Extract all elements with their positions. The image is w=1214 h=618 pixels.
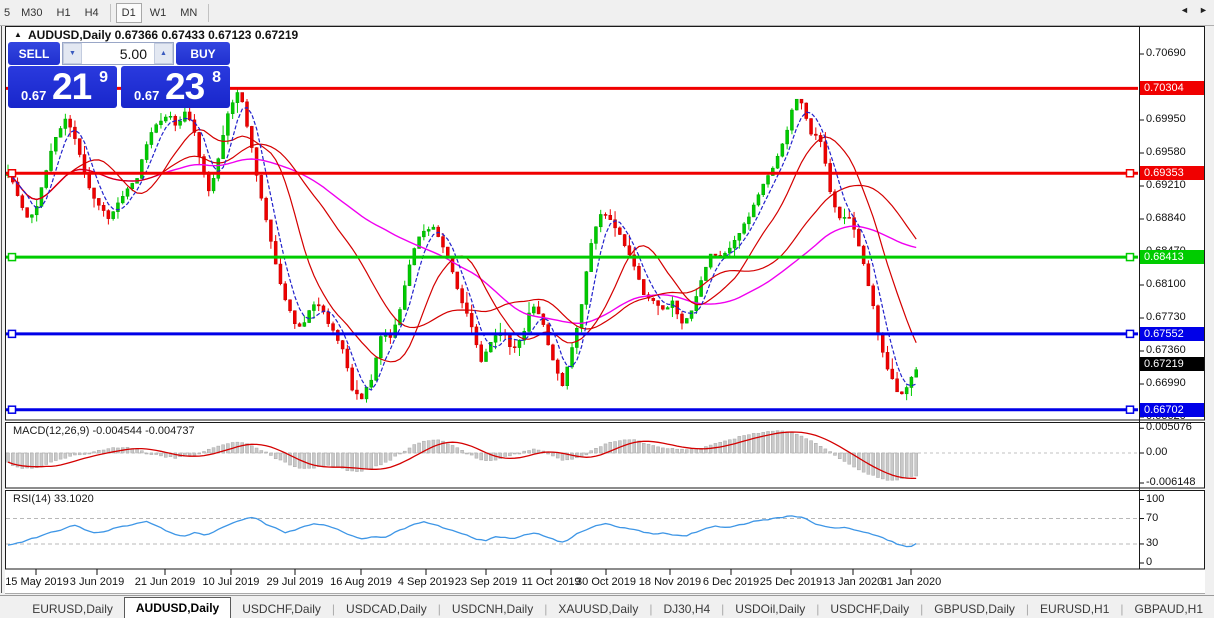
chart-tab-usdcnh-daily[interactable]: USDCNH,Daily xyxy=(441,600,544,618)
chart-tab-dj30-h4[interactable]: DJ30,H4 xyxy=(652,600,721,618)
date-tick-label: 16 Aug 2019 xyxy=(330,576,392,588)
volume-up-button[interactable]: ▲ xyxy=(154,43,173,64)
buy-price-button[interactable]: 0.67 23 8 xyxy=(121,66,230,108)
macd-tick-label: 0.005076 xyxy=(1146,421,1192,434)
sell-price-prefix: 0.67 xyxy=(21,88,47,103)
timeframe-button-d1[interactable]: D1 xyxy=(115,2,142,23)
macd-tick-label: -0.006148 xyxy=(1146,475,1196,488)
timeframe-button-5[interactable]: 5 xyxy=(1,3,13,23)
timeframe-button-h1[interactable]: H1 xyxy=(51,3,77,23)
buy-price-big: 23 xyxy=(165,66,205,107)
buy-button[interactable]: BUY xyxy=(176,42,230,65)
timeframe-button-mn[interactable]: MN xyxy=(174,3,203,23)
macd-indicator-label: MACD(12,26,9) -0.004544 -0.004737 xyxy=(13,425,195,437)
buy-price-prefix: 0.67 xyxy=(134,88,160,103)
date-tick-label: 31 Jan 2020 xyxy=(880,576,942,588)
collapse-icon[interactable]: ▲ xyxy=(14,30,22,39)
sell-price-button[interactable]: 0.67 21 9 xyxy=(8,66,117,108)
trading-app-window: 5 M30 H1 H4 D1 W1 MN ▲ AUDUSD,Daily 0.67366 0.… xyxy=(0,0,1214,618)
tab-bar-left-pad xyxy=(0,600,21,618)
timeframe-button-m30[interactable]: M30 xyxy=(15,3,48,23)
volume-down-button[interactable]: ▼ xyxy=(63,43,82,64)
chart-tab-bar: EURUSD,Daily AUDUSD,Daily USDCHF,Daily | USD… xyxy=(0,595,1214,618)
chart-tab-xauusd-daily[interactable]: XAUUSD,Daily xyxy=(547,600,649,618)
chart-tab-eurusd-daily[interactable]: EURUSD,Daily xyxy=(21,600,124,618)
date-tick-label: 30 Oct 2019 xyxy=(576,576,636,588)
rsi-indicator-label: RSI(14) 33.1020 xyxy=(13,493,94,505)
toolbar-separator xyxy=(208,3,210,22)
level-price-label: 0.66702 xyxy=(1140,402,1204,417)
chart-title: AUDUSD,Daily 0.67366 0.67433 0.67123 0.6… xyxy=(28,28,299,42)
date-tick-label: 3 Jun 2019 xyxy=(69,576,125,588)
price-tick-label: 0.70690 xyxy=(1146,47,1186,59)
chart-tab-usdchf-daily[interactable]: USDCHF,Daily xyxy=(819,600,920,618)
date-tick-label: 10 Jul 2019 xyxy=(202,576,260,588)
one-click-trading-panel: SELL ▼ ▲ BUY 0.67 21 9 0.67 23 8 xyxy=(8,42,230,108)
price-tick-label: 0.69580 xyxy=(1146,146,1186,158)
price-tick-label: 0.67360 xyxy=(1146,344,1186,356)
chart-tab-usdchf-daily[interactable]: USDCHF,Daily xyxy=(231,600,332,618)
timeframe-toolbar: 5 M30 H1 H4 D1 W1 MN xyxy=(0,0,1214,26)
price-tick-label: 0.68840 xyxy=(1146,212,1186,224)
chart-tab-audusd-daily[interactable]: AUDUSD,Daily xyxy=(123,597,232,618)
chart-tab-usdcad-daily[interactable]: USDCAD,Daily xyxy=(335,600,438,618)
current-price-label: 0.67219 xyxy=(1140,356,1204,371)
rsi-tick-label: 30 xyxy=(1146,536,1159,549)
rsi-tick-label: 70 xyxy=(1146,511,1159,524)
rsi-tick-label: 0 xyxy=(1146,556,1153,568)
level-price-label: 0.70304 xyxy=(1140,81,1204,96)
tab-scroll-right-icon[interactable]: ► xyxy=(1199,5,1208,15)
price-tick-label: 0.68100 xyxy=(1146,278,1186,290)
buy-price-pip: 8 xyxy=(212,69,221,86)
volume-input[interactable] xyxy=(82,43,154,64)
sell-price-pip: 9 xyxy=(99,69,108,86)
price-tick-label: 0.67730 xyxy=(1146,311,1186,323)
volume-stepper: ▼ ▲ xyxy=(62,42,174,65)
timeframe-button-w1[interactable]: W1 xyxy=(144,3,173,23)
toolbar-separator xyxy=(109,3,111,22)
macd-tick-label: 0.00 xyxy=(1146,446,1168,458)
chart-tab-gbpaud-h1[interactable]: GBPAUD,H1 xyxy=(1124,600,1214,618)
level-price-label: 0.69353 xyxy=(1140,166,1204,181)
date-tick-label: 23 Sep 2019 xyxy=(454,576,518,588)
price-tick-label: 0.69950 xyxy=(1146,113,1186,125)
price-tick-label: 0.66990 xyxy=(1146,377,1186,389)
sell-button[interactable]: SELL xyxy=(8,42,60,65)
sell-price-big: 21 xyxy=(52,66,92,107)
rsi-tick-label: 100 xyxy=(1146,492,1165,505)
chart-tab-usdoil-daily[interactable]: USDOil,Daily xyxy=(724,600,816,618)
date-tick-label: 29 Jul 2019 xyxy=(266,576,324,588)
price-tick-label: 0.69210 xyxy=(1146,179,1186,191)
chart-tab-eurusd-h1[interactable]: EURUSD,H1 xyxy=(1029,600,1120,618)
date-tick-label: 21 Jun 2019 xyxy=(134,576,196,588)
level-price-label: 0.68413 xyxy=(1140,250,1204,265)
date-tick-label: 18 Nov 2019 xyxy=(638,576,702,588)
timeframe-button-h4[interactable]: H4 xyxy=(79,3,105,23)
chart-tab-gbpusd-daily[interactable]: GBPUSD,Daily xyxy=(923,600,1026,618)
date-tick-label: 25 Dec 2019 xyxy=(759,576,823,588)
tab-scroll-left-icon[interactable]: ◄ xyxy=(1180,5,1189,15)
level-price-label: 0.67552 xyxy=(1140,326,1204,341)
